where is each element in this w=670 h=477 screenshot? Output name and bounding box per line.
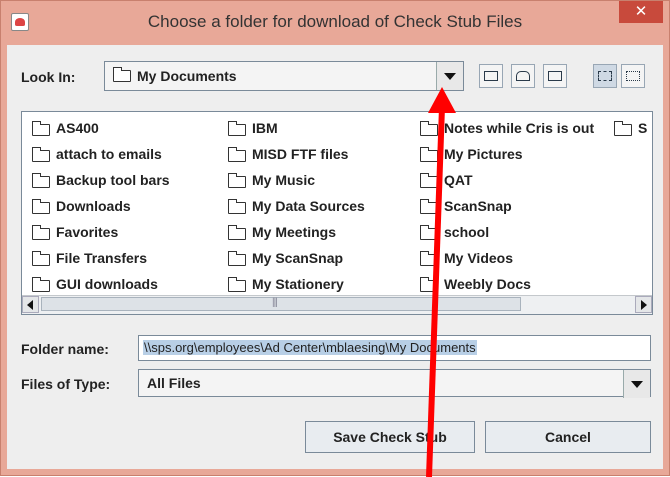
folder-name-label: Folder name:: [21, 341, 109, 357]
folder-icon: [31, 225, 50, 240]
folder-icon: [112, 67, 131, 82]
folder-icon: [31, 121, 50, 136]
folder-name-input[interactable]: \\sps.org\employees\Ad Center\mblaesing\…: [138, 335, 651, 361]
folder-icon: [419, 225, 438, 240]
new-folder-icon: [548, 71, 562, 81]
folder-icon: [31, 199, 50, 214]
look-in-label: Look In:: [21, 69, 76, 85]
folder-icon: [227, 225, 246, 240]
folder-icon: [31, 277, 50, 292]
list-view-button[interactable]: [593, 64, 617, 88]
folder-icon: [419, 251, 438, 266]
files-of-type-value: All Files: [147, 375, 201, 391]
files-of-type-combobox[interactable]: All Files: [138, 369, 651, 398]
new-folder-button[interactable]: [543, 64, 567, 88]
details-view-button[interactable]: [621, 64, 645, 88]
details-view-icon: [626, 71, 640, 81]
scroll-right-button[interactable]: [635, 296, 652, 313]
cancel-button[interactable]: Cancel: [485, 421, 651, 453]
home-icon: [516, 71, 530, 81]
folder-icon: [419, 147, 438, 162]
folder-icon: [419, 173, 438, 188]
up-one-level-button[interactable]: [479, 64, 503, 88]
window-title: Choose a folder for download of Check St…: [147, 12, 523, 31]
dialog-content: Look In: My Documents AS400 attach to em…: [7, 45, 663, 469]
folder-icon: [227, 277, 246, 292]
dialog-window: Choose a folder for download of Check St…: [0, 0, 670, 477]
folder-icon: [419, 277, 438, 292]
scroll-left-button[interactable]: [22, 296, 39, 313]
folder-icon: [419, 121, 438, 136]
folder-icon: [227, 173, 246, 188]
look-in-combobox[interactable]: My Documents: [104, 61, 464, 91]
folder-icon: [227, 199, 246, 214]
folder-icon: [31, 147, 50, 162]
home-button[interactable]: [511, 64, 535, 88]
folder-name-value: \\sps.org\employees\Ad Center\mblaesing\…: [143, 340, 477, 355]
list-view-icon: [598, 71, 612, 81]
look-in-value: My Documents: [137, 68, 237, 84]
files-of-type-dropdown-button[interactable]: [623, 370, 650, 398]
scrollbar-thumb[interactable]: [41, 297, 521, 311]
horizontal-scrollbar[interactable]: [22, 295, 652, 314]
files-of-type-label: Files of Type:: [21, 376, 111, 392]
folder-icon: [227, 251, 246, 266]
folder-icon: [613, 121, 632, 136]
title-bar[interactable]: Choose a folder for download of Check St…: [1, 1, 669, 45]
up-one-level-icon: [484, 71, 498, 81]
file-list[interactable]: AS400 attach to emails Backup tool bars …: [21, 111, 653, 315]
folder-icon: [419, 199, 438, 214]
folder-icon: [227, 147, 246, 162]
folder-icon: [227, 121, 246, 136]
folder-icon: [31, 251, 50, 266]
look-in-dropdown-button[interactable]: [436, 62, 463, 90]
close-button[interactable]: ✕: [619, 1, 663, 23]
folder-icon: [31, 173, 50, 188]
save-check-stub-button[interactable]: Save Check Stub: [305, 421, 475, 453]
